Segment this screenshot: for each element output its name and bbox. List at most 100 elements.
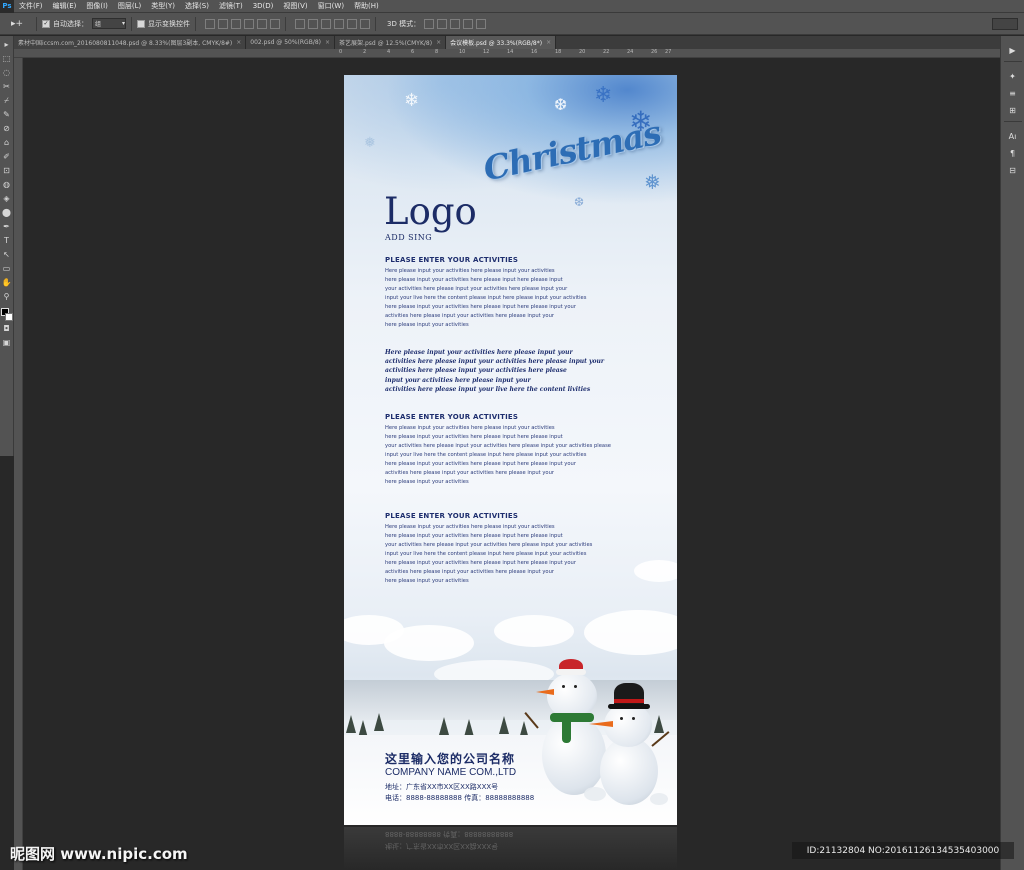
ruler-tick-label: 22 [603,49,610,55]
document-tab[interactable]: 茶艺展架.psd @ 12.5%(CMYK/8) × [335,36,447,49]
close-icon[interactable]: × [546,39,551,46]
distribute-right-icon[interactable] [360,18,370,29]
stamp-tool-icon[interactable]: ⌂ [1,136,12,150]
menu-help[interactable]: 帮助(H) [349,1,384,11]
eyedropper-tool-icon[interactable]: ⌿ [1,94,12,108]
brush-panel-icon[interactable]: ✦ [1005,69,1021,83]
watermark-id: ID:21132804 NO:20161126134535403000 [792,842,1014,859]
quick-mask-icon[interactable]: ◘ [1,322,12,336]
distribute-middle-icon[interactable] [308,18,318,29]
type-tool-icon[interactable]: T [1,234,12,248]
properties-panel-icon[interactable]: ⊞ [1005,103,1021,117]
poster-reflection: 8888-88888888 传真：88888888888 地址：广东省XX市XX… [344,827,677,870]
italic-line: activities here please input your activi… [385,367,567,375]
dodge-tool-icon[interactable]: ⬤ [1,206,12,220]
body-line: here please input your activities here p… [385,304,576,310]
menu-select[interactable]: 选择(S) [180,1,214,11]
character-panel-icon[interactable]: Aı [1005,129,1021,143]
menu-3d[interactable]: 3D(D) [248,2,279,10]
layers-panel-icon[interactable]: ≡ [1005,86,1021,100]
align-middle-icon[interactable] [218,18,228,29]
close-icon[interactable]: × [325,39,330,46]
snowflake-icon: ❆ [574,195,585,209]
crop-tool-icon[interactable]: ✂ [1,80,12,94]
eraser-tool-icon[interactable]: ⊡ [1,164,12,178]
shape-tool-icon[interactable]: ▭ [1,262,12,276]
marquee-tool-icon[interactable]: ⬚ [1,52,12,66]
snowflake-icon: ❆ [554,95,568,114]
healing-tool-icon[interactable]: ⊘ [1,122,12,136]
move-tool-icon[interactable]: ▸ [1,38,12,52]
menu-view[interactable]: 视图(V) [278,1,312,11]
align-bottom-icon[interactable] [231,18,241,29]
snowman-arm [651,731,670,747]
photoshop-window: Ps 文件(F) 编辑(E) 图像(I) 图层(L) 类型(Y) 选择(S) 滤… [0,0,1024,870]
auto-select-value: 组 [95,21,102,28]
horizontal-ruler[interactable]: 0 2 4 6 8 10 12 14 16 18 20 22 24 26 27 [14,49,1000,58]
blur-tool-icon[interactable]: ◈ [1,192,12,206]
distribute-center-icon[interactable] [347,18,357,29]
path-selection-tool-icon[interactable]: ↖ [1,248,12,262]
move-tool-preset-icon[interactable]: ▸+ [3,16,31,32]
align-center-icon[interactable] [257,18,267,29]
menu-layer[interactable]: 图层(L) [113,1,146,11]
3d-slide-icon[interactable] [463,18,474,29]
3d-pan-icon[interactable] [450,18,461,29]
snowball [650,793,668,805]
top-hat-brim [608,704,650,709]
align-top-icon[interactable] [205,18,215,29]
menu-filter[interactable]: 滤镜(T) [214,1,248,11]
pen-tool-icon[interactable]: ✒ [1,220,12,234]
brush-tool-icon[interactable]: ✎ [1,108,12,122]
3d-scale-icon[interactable] [476,18,487,29]
zoom-tool-icon[interactable]: ⚲ [1,290,12,304]
show-transform-checkbox[interactable] [137,19,145,28]
hand-tool-icon[interactable]: ✋ [1,276,12,290]
auto-select-dropdown[interactable]: 组 ▾ [92,18,126,29]
document-tab-active[interactable]: 会议模板.psd @ 33.3%(RGB/8*) × [446,36,557,49]
vertical-ruler[interactable] [14,58,23,870]
cloud-shape [384,625,474,661]
background-color-swatch[interactable] [4,313,13,321]
history-brush-tool-icon[interactable]: ✐ [1,150,12,164]
color-swatches[interactable] [0,308,13,322]
ruler-tick-label: 6 [411,49,415,55]
lasso-tool-icon[interactable]: ◌ [1,66,12,80]
cloud-shape [584,610,677,655]
body-line: here please input your activities [385,578,469,584]
ruler-tick-label: 16 [531,49,538,55]
3d-rotate-icon[interactable] [424,18,435,29]
document-tab[interactable]: 002.psd @ 50%(RGB/8) × [246,36,336,49]
options-divider [36,16,37,31]
3d-mode-buttons [424,18,487,29]
align-right-icon[interactable] [270,18,280,29]
menu-type[interactable]: 类型(Y) [146,1,180,11]
poster-canvas[interactable]: ❄ ❄ ❅ ❆ ❄ ❅ ❆ Christmas Logo ADD SING PL… [344,75,677,825]
auto-select-checkbox[interactable]: ✓ [42,19,50,28]
document-tab[interactable]: 素材中国iccsm.com_2016080811048.psd @ 8.33%(… [14,36,247,49]
align-left-icon[interactable] [244,18,254,29]
document-tab-bar: 素材中国iccsm.com_2016080811048.psd @ 8.33%(… [14,36,1000,49]
distribute-top-icon[interactable] [295,18,305,29]
gradient-tool-icon[interactable]: ◍ [1,178,12,192]
photoshop-logo-icon: Ps [0,0,14,13]
section-title: PLEASE ENTER YOUR ACTIVITIES [385,413,519,421]
body-line: Here please input your activities here p… [385,425,555,431]
menu-file[interactable]: 文件(F) [14,1,48,11]
close-icon[interactable]: × [436,39,441,46]
expand-panels-icon[interactable]: ▶ [1005,43,1021,57]
close-icon[interactable]: × [236,39,241,46]
menu-window[interactable]: 窗口(W) [313,1,349,11]
menu-image[interactable]: 图像(I) [81,1,113,11]
styles-panel-icon[interactable]: ⊟ [1005,163,1021,177]
ruler-tick-label: 4 [387,49,391,55]
distribute-bottom-icon[interactable] [321,18,331,29]
menu-edit[interactable]: 编辑(E) [48,1,82,11]
company-address: 地址：广东省XX市XX区XX路XXX号 [385,783,499,791]
workspace-switcher[interactable] [992,17,1018,30]
distribute-left-icon[interactable] [334,18,344,29]
paragraph-panel-icon[interactable]: ¶ [1005,146,1021,160]
section-title: PLEASE ENTER YOUR ACTIVITIES [385,256,519,264]
3d-roll-icon[interactable] [437,18,448,29]
screen-mode-icon[interactable]: ▣ [1,336,12,350]
